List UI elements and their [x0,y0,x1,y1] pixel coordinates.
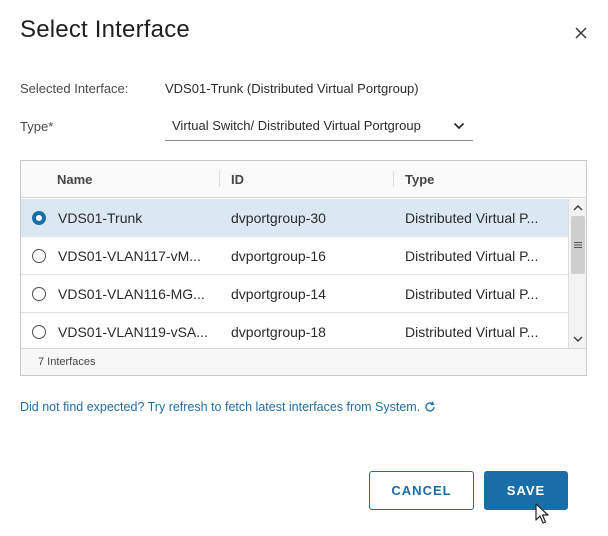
table-row[interactable]: VDS01-VLAN119-vSA... dvportgroup-18 Dist… [21,313,568,348]
row-type: Distributed Virtual P... [405,286,539,302]
row-id: dvportgroup-30 [231,210,326,226]
grid-footer: 7 Interfaces [21,348,586,375]
dialog-title: Select Interface [20,16,190,43]
chevron-down-icon [573,336,583,342]
selected-interface-value: VDS01-Trunk (Distributed Virtual Portgro… [165,81,419,96]
row-type: Distributed Virtual P... [405,248,539,264]
grid-rows: VDS01-Trunk dvportgroup-30 Distributed V… [21,199,568,348]
select-interface-dialog: Select Interface Selected Interface: VDS… [0,0,608,536]
row-id: dvportgroup-16 [231,248,326,264]
refresh-icon[interactable] [424,401,436,413]
save-button[interactable]: SAVE [484,471,568,510]
mouse-pointer-icon [535,503,549,524]
row-radio[interactable] [32,325,46,339]
scrollbar-thumb[interactable] [571,216,585,274]
table-row[interactable]: VDS01-VLAN116-MG... dvportgroup-14 Distr… [21,275,568,313]
chevron-down-icon [453,122,465,130]
interfaces-grid: Name ID Type VDS01-Trunk dvportgroup-30 … [20,160,587,376]
close-icon [575,27,587,39]
grid-header: Name ID Type [21,161,586,198]
selected-interface-label: Selected Interface: [20,81,129,96]
column-header-id[interactable]: ID [231,172,244,187]
row-name: VDS01-VLAN119-vSA... [58,324,208,340]
row-name: VDS01-VLAN116-MG... [58,286,205,302]
row-id: dvportgroup-14 [231,286,326,302]
type-select-value: Virtual Switch/ Distributed Virtual Port… [172,118,421,133]
row-name: VDS01-VLAN117-vM... [58,248,201,264]
row-type: Distributed Virtual P... [405,324,539,340]
row-radio-selected[interactable] [32,211,46,225]
row-radio[interactable] [32,287,46,301]
refresh-hint-link[interactable]: Did not find expected? Try refresh to fe… [20,400,436,414]
grip-icon [574,242,582,248]
column-separator [393,171,394,187]
type-label-text: Type [20,119,49,134]
column-header-type[interactable]: Type [405,172,434,187]
refresh-hint-text: Did not find expected? Try refresh to fe… [20,400,421,414]
row-type: Distributed Virtual P... [405,210,539,226]
scroll-down-button[interactable] [571,332,585,346]
required-marker: * [48,119,54,134]
chevron-up-icon [573,205,583,211]
column-separator [219,171,220,187]
table-row[interactable]: VDS01-VLAN117-vM... dvportgroup-16 Distr… [21,237,568,275]
row-name: VDS01-Trunk [58,210,143,226]
close-button[interactable] [568,20,594,46]
row-radio[interactable] [32,249,46,263]
interfaces-count: 7 Interfaces [38,356,96,368]
type-select[interactable]: Virtual Switch/ Distributed Virtual Port… [165,113,473,141]
column-header-name[interactable]: Name [57,172,92,187]
cancel-button[interactable]: CANCEL [369,471,474,510]
grid-scrollbar[interactable] [568,199,586,348]
type-label: Type* [20,119,53,134]
row-id: dvportgroup-18 [231,324,326,340]
table-row[interactable]: VDS01-Trunk dvportgroup-30 Distributed V… [21,199,568,237]
scroll-up-button[interactable] [571,201,585,215]
